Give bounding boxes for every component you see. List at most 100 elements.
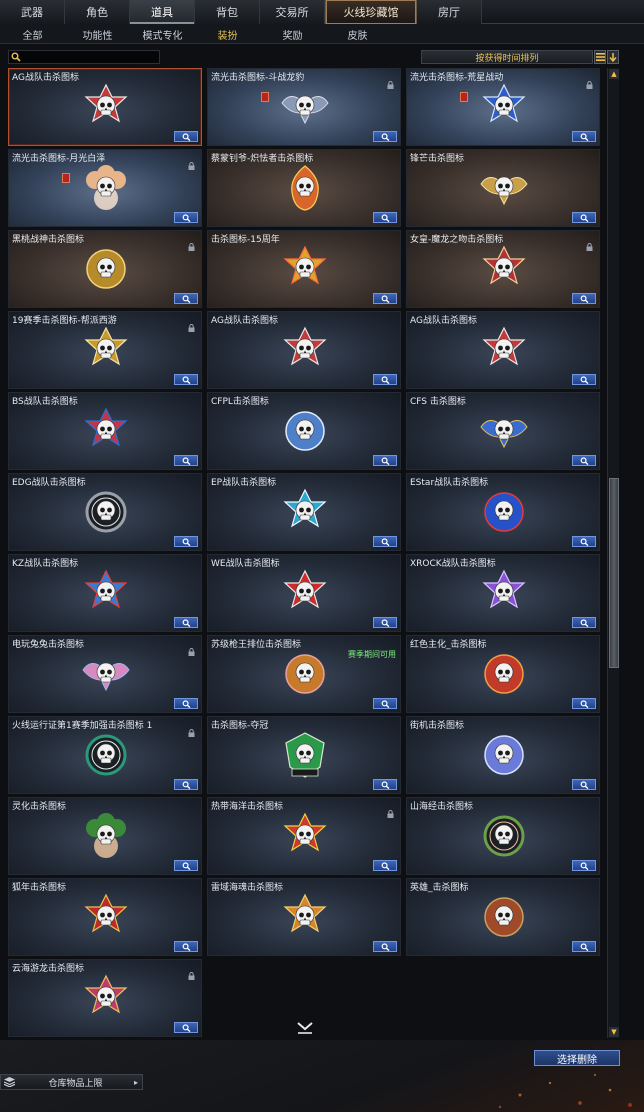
- preview-button[interactable]: [174, 212, 198, 223]
- preview-button[interactable]: [174, 698, 198, 709]
- item-card[interactable]: AG战队击杀图标: [207, 311, 401, 389]
- preview-button[interactable]: [572, 860, 596, 871]
- preview-button[interactable]: [373, 293, 397, 304]
- subtab-mode[interactable]: 模式专化: [130, 24, 195, 44]
- preview-button[interactable]: [373, 779, 397, 790]
- list-view-button[interactable]: [594, 50, 606, 64]
- tab-collection[interactable]: 火线珍藏馆: [325, 0, 417, 24]
- preview-button[interactable]: [373, 941, 397, 952]
- item-card[interactable]: AG战队击杀图标: [406, 311, 600, 389]
- item-card[interactable]: 蔡蒙钊爷-炽怯者击杀图标: [207, 149, 401, 227]
- item-card[interactable]: 流光击杀图标-斗战龙豹: [207, 68, 401, 146]
- preview-button[interactable]: [174, 1022, 198, 1033]
- scroll-down-icon[interactable]: ▼: [609, 1027, 619, 1037]
- scrollbar[interactable]: ▲ ▼: [607, 68, 619, 1038]
- item-card[interactable]: WE战队击杀图标: [207, 554, 401, 632]
- tab-weapons[interactable]: 武器: [0, 0, 65, 24]
- preview-button[interactable]: [174, 293, 198, 304]
- subtab-decoration[interactable]: 装扮: [195, 24, 260, 44]
- preview-button[interactable]: [373, 617, 397, 628]
- item-card[interactable]: 黑桃战神击杀图标: [8, 230, 202, 308]
- item-card[interactable]: 狐年击杀图标: [8, 878, 202, 956]
- preview-button[interactable]: [572, 455, 596, 466]
- item-name: 流光击杀图标-月光白泽: [12, 154, 106, 164]
- item-card[interactable]: 雷域海魂击杀图标: [207, 878, 401, 956]
- preview-button[interactable]: [572, 617, 596, 628]
- preview-button[interactable]: [572, 941, 596, 952]
- item-card[interactable]: 山海经击杀图标: [406, 797, 600, 875]
- item-card[interactable]: 电玩兔兔击杀图标: [8, 635, 202, 713]
- preview-button[interactable]: [174, 374, 198, 385]
- preview-button[interactable]: [373, 374, 397, 385]
- preview-button[interactable]: [572, 293, 596, 304]
- preview-button[interactable]: [373, 212, 397, 223]
- kill-icon-emblem: [283, 488, 327, 528]
- item-card[interactable]: 19赛季击杀图标-帮派西游: [8, 311, 202, 389]
- item-card[interactable]: 流光击杀图标-荒星战动: [406, 68, 600, 146]
- preview-button[interactable]: [572, 374, 596, 385]
- kill-icon-emblem: [283, 326, 327, 366]
- item-card[interactable]: CFPL击杀图标: [207, 392, 401, 470]
- item-card[interactable]: 热带海洋击杀图标: [207, 797, 401, 875]
- sort-order-button[interactable]: [607, 50, 619, 64]
- preview-button[interactable]: [572, 131, 596, 142]
- preview-button[interactable]: [572, 698, 596, 709]
- tab-lobby[interactable]: 房厅: [417, 0, 482, 24]
- preview-button[interactable]: [174, 617, 198, 628]
- magnifier-icon: [381, 699, 389, 708]
- item-card[interactable]: KZ战队击杀图标: [8, 554, 202, 632]
- preview-button[interactable]: [174, 131, 198, 142]
- item-card[interactable]: 街机击杀图标: [406, 716, 600, 794]
- item-card[interactable]: EStar战队击杀图标: [406, 473, 600, 551]
- item-card[interactable]: 英雄_击杀图标: [406, 878, 600, 956]
- scroll-up-icon[interactable]: ▲: [609, 69, 619, 79]
- select-delete-button[interactable]: 选择删除: [534, 1050, 620, 1066]
- preview-button[interactable]: [572, 212, 596, 223]
- item-card[interactable]: EDG战队击杀图标: [8, 473, 202, 551]
- subtab-skins[interactable]: 皮肤: [325, 24, 390, 44]
- item-card[interactable]: 锋芒击杀图标: [406, 149, 600, 227]
- preview-button[interactable]: [373, 455, 397, 466]
- item-card[interactable]: 灵化击杀图标: [8, 797, 202, 875]
- preview-button[interactable]: [373, 131, 397, 142]
- tab-backpack[interactable]: 背包: [195, 0, 260, 24]
- item-card[interactable]: AG战队击杀图标: [8, 68, 202, 146]
- subtab-all[interactable]: 全部: [0, 24, 65, 44]
- scroll-more-icon[interactable]: [296, 1022, 314, 1034]
- search-input[interactable]: [8, 50, 160, 64]
- magnifier-icon: [580, 861, 588, 870]
- preview-button[interactable]: [373, 698, 397, 709]
- item-card[interactable]: XROCK战队击杀图标: [406, 554, 600, 632]
- item-card[interactable]: 击杀图标-夺冠: [207, 716, 401, 794]
- item-card[interactable]: 红色主化_击杀图标: [406, 635, 600, 713]
- item-card[interactable]: 火线运行证第1赛季加强击杀图标 1: [8, 716, 202, 794]
- kill-icon-emblem: [484, 492, 524, 532]
- preview-button[interactable]: [174, 779, 198, 790]
- item-card[interactable]: 云海游龙击杀图标: [8, 959, 202, 1037]
- item-card[interactable]: 女皇-魔龙之吻击杀图标: [406, 230, 600, 308]
- item-name: 街机击杀图标: [410, 721, 465, 731]
- item-card[interactable]: BS战队击杀图标: [8, 392, 202, 470]
- tab-items[interactable]: 道具: [130, 0, 195, 24]
- item-card[interactable]: 击杀图标-15周年: [207, 230, 401, 308]
- storage-limit-bar[interactable]: 仓库物品上限 ▸: [0, 1074, 143, 1090]
- subtab-functional[interactable]: 功能性: [65, 24, 130, 44]
- preview-button[interactable]: [174, 455, 198, 466]
- item-card[interactable]: CFS 击杀图标: [406, 392, 600, 470]
- magnifier-icon: [381, 294, 389, 303]
- preview-button[interactable]: [373, 536, 397, 547]
- preview-button[interactable]: [373, 860, 397, 871]
- preview-button[interactable]: [174, 536, 198, 547]
- scroll-thumb[interactable]: [609, 478, 619, 668]
- item-card[interactable]: 苏级枪王排位击杀图标 赛季期间可用: [207, 635, 401, 713]
- subtab-rewards[interactable]: 奖励: [260, 24, 325, 44]
- preview-button[interactable]: [174, 860, 198, 871]
- preview-button[interactable]: [572, 536, 596, 547]
- preview-button[interactable]: [174, 941, 198, 952]
- tab-characters[interactable]: 角色: [65, 0, 130, 24]
- preview-button[interactable]: [572, 779, 596, 790]
- sort-dropdown[interactable]: 按获得时间排列: [421, 50, 593, 64]
- item-card[interactable]: EP战队击杀图标: [207, 473, 401, 551]
- item-card[interactable]: 流光击杀图标-月光白泽: [8, 149, 202, 227]
- tab-exchange[interactable]: 交易所: [260, 0, 325, 24]
